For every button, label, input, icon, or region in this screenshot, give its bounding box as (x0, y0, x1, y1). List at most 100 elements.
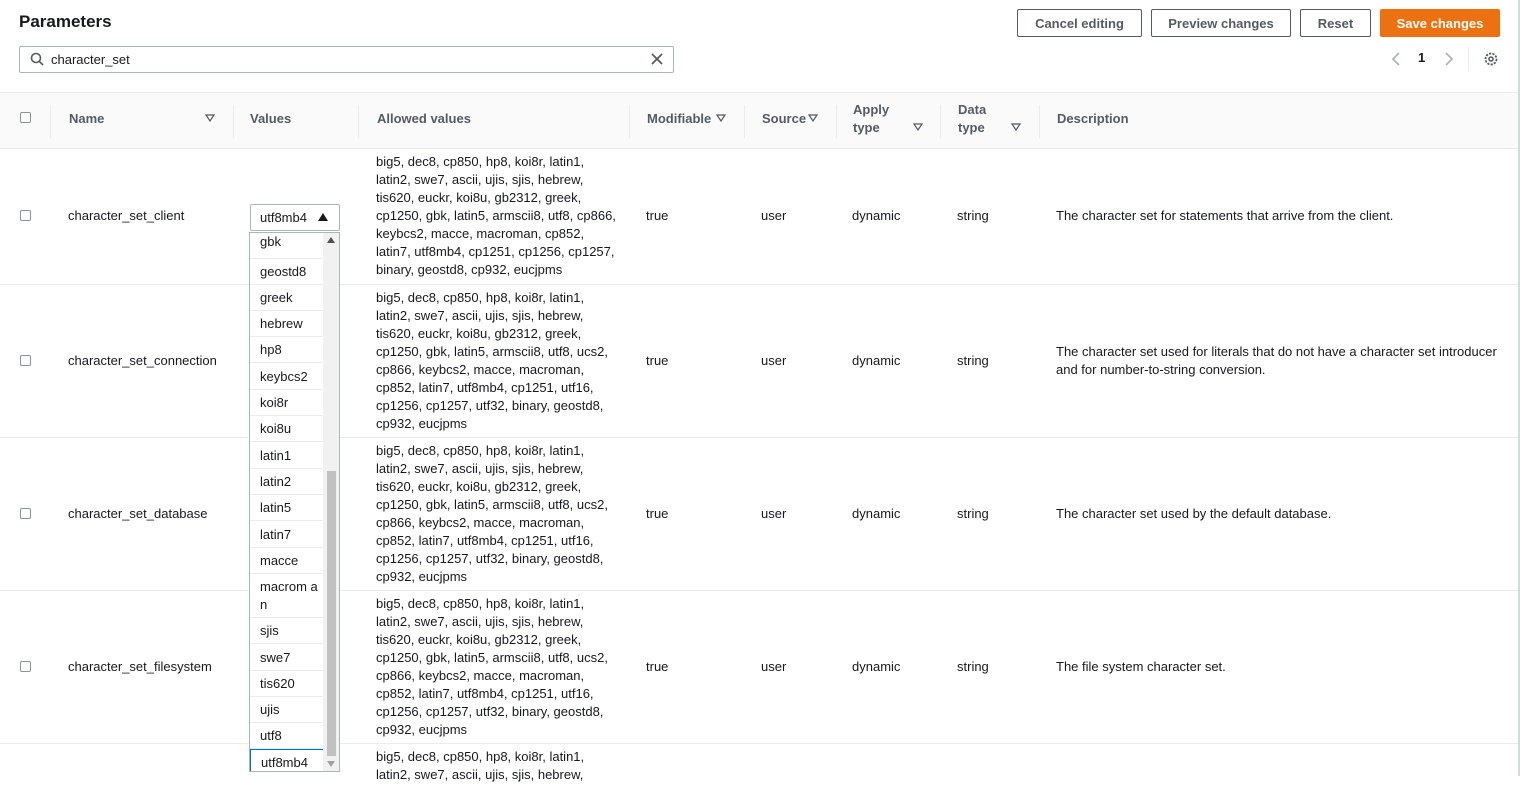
dropdown-option[interactable]: ujis (250, 697, 324, 723)
dropdown-option[interactable]: hp8 (250, 337, 324, 363)
dropdown-option[interactable]: sjis (250, 618, 324, 644)
modifiable-value: true (646, 659, 669, 674)
row-checkbox[interactable] (20, 355, 31, 366)
sort-icon[interactable] (1011, 123, 1021, 131)
close-icon[interactable] (649, 51, 665, 67)
column-header-modifiable[interactable]: Modifiable (647, 110, 711, 128)
column-separator (358, 105, 359, 138)
column-separator (836, 105, 837, 138)
column-header-description: Description (1057, 111, 1129, 126)
dropdown-option[interactable]: utf8 (250, 723, 324, 749)
scrollbar-thumb[interactable] (327, 471, 336, 756)
select-all-checkbox[interactable] (20, 112, 31, 123)
dropdown-option[interactable]: hebrew (250, 311, 324, 337)
table-row: character_set_client big5, dec8, cp850, … (0, 149, 1518, 285)
page-title: Parameters (19, 12, 112, 31)
row-checkbox[interactable] (20, 661, 31, 672)
dropdown-option[interactable]: geostd8 (250, 259, 324, 285)
allowed-values: big5, dec8, cp850, hp8, koi8r, latin1, l… (376, 596, 608, 737)
apply-type-value: dynamic (852, 506, 901, 521)
dropdown-option[interactable]: utf8mb4 (250, 749, 324, 771)
row-checkbox[interactable] (20, 210, 31, 221)
data-type-value: string (957, 353, 989, 368)
table-row: character_set_filesystem big5, dec8, cp8… (0, 591, 1518, 744)
dropdown-option[interactable]: koi8u (250, 416, 324, 442)
column-header-apply-type[interactable]: Apply type (853, 101, 889, 137)
save-changes-button[interactable]: Save changes (1380, 9, 1500, 37)
dropdown-option[interactable]: macrom an (250, 574, 324, 618)
data-type-value: string (957, 208, 989, 223)
table-row: character_set_database big5, dec8, cp850… (0, 438, 1518, 591)
data-type-value: string (957, 659, 989, 674)
dropdown-option[interactable]: latin1 (250, 443, 324, 469)
scroll-up-icon[interactable] (327, 237, 335, 243)
apply-type-value: dynamic (852, 659, 901, 674)
chevron-left-icon[interactable] (1390, 51, 1402, 67)
page-header: Parameters Cancel editing Preview change… (0, 0, 1520, 92)
chevron-right-icon[interactable] (1443, 51, 1455, 67)
column-header-values: Values (250, 111, 292, 126)
table-row: big5, dec8, cp850, hp8, koi8r, latin1, l… (0, 744, 1518, 804)
parameter-name: character_set_database (68, 506, 208, 521)
dropdown-option[interactable]: gbk (250, 233, 324, 259)
column-separator (744, 105, 745, 138)
description-value: The file system character set. (1056, 659, 1226, 674)
dropdown-option[interactable]: macce (250, 548, 324, 574)
parameter-name: character_set_filesystem (68, 659, 212, 674)
select-value: utf8mb4 (260, 210, 307, 225)
column-header-name[interactable]: Name (69, 110, 104, 128)
column-header-allowed-values: Allowed values (377, 111, 471, 126)
column-header-source[interactable]: Source (762, 110, 806, 128)
dropdown-option[interactable]: tis620 (250, 671, 324, 697)
source-value: user (761, 208, 787, 223)
row-checkbox[interactable] (20, 508, 31, 519)
scroll-down-icon[interactable] (327, 761, 335, 767)
allowed-values: big5, dec8, cp850, hp8, koi8r, latin1, l… (376, 290, 608, 431)
column-separator (1039, 105, 1040, 138)
source-value: user (761, 659, 787, 674)
page-number[interactable]: 1 (1418, 50, 1425, 65)
dropdown-option[interactable]: greek (250, 285, 324, 311)
preview-changes-button[interactable]: Preview changes (1151, 9, 1291, 37)
data-type-value: string (957, 506, 989, 521)
sort-icon[interactable] (205, 114, 215, 122)
search-icon (30, 52, 44, 66)
search-input[interactable]: character_set (19, 46, 674, 73)
modifiable-value: true (646, 353, 669, 368)
sort-icon[interactable] (808, 114, 818, 122)
dropdown-option[interactable]: latin2 (250, 469, 324, 495)
source-value: user (761, 353, 787, 368)
dropdown-option[interactable]: swe7 (250, 645, 324, 671)
allowed-values: big5, dec8, cp850, hp8, koi8r, latin1, l… (376, 154, 616, 277)
reset-button[interactable]: Reset (1300, 9, 1371, 37)
dropdown-option[interactable]: latin7 (250, 522, 324, 548)
sort-icon[interactable] (913, 123, 923, 131)
divider (1468, 47, 1469, 71)
dropdown-option[interactable]: koi8r (250, 390, 324, 416)
dropdown-scrollbar[interactable] (323, 233, 339, 771)
gear-icon[interactable] (1483, 51, 1499, 67)
apply-type-value: dynamic (852, 353, 901, 368)
description-value: The character set used for literals that… (1056, 344, 1497, 377)
caret-up-icon (318, 213, 328, 221)
apply-type-value: dynamic (852, 208, 901, 223)
parameter-name: character_set_client (68, 208, 185, 223)
select-dropdown[interactable]: gbk geostd8 greek hebrew hp8 keybcs2 koi8r koi8… (249, 232, 340, 772)
allowed-values: big5, dec8, cp850, hp8, koi8r, latin1, l… (376, 749, 585, 782)
description-value: The character set for statements that ar… (1056, 208, 1394, 223)
column-header-data-type[interactable]: Data type (958, 101, 986, 137)
description-value: The character set used by the default da… (1056, 506, 1332, 521)
column-separator (629, 105, 630, 138)
dropdown-option[interactable]: keybcs2 (250, 364, 324, 390)
table-row: character_set_connection big5, dec8, cp8… (0, 285, 1518, 438)
column-separator (233, 105, 234, 138)
sort-icon[interactable] (716, 114, 726, 122)
search-input-value: character_set (51, 52, 130, 67)
allowed-values: big5, dec8, cp850, hp8, koi8r, latin1, l… (376, 443, 608, 584)
column-separator (50, 105, 51, 138)
cancel-editing-button[interactable]: Cancel editing (1017, 9, 1142, 37)
table-header: Name Values Allowed values Modifiable So… (0, 92, 1518, 149)
dropdown-option[interactable]: latin5 (250, 495, 324, 521)
parameter-name: character_set_connection (68, 353, 217, 368)
value-select[interactable]: utf8mb4 (250, 204, 340, 231)
